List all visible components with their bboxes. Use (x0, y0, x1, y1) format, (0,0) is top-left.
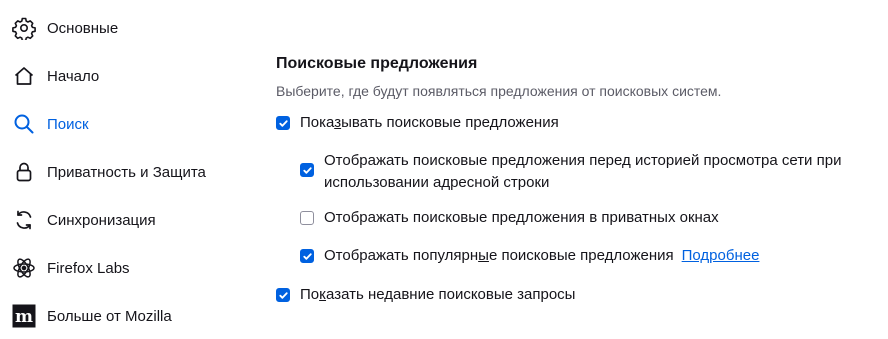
suggestions-before-history-label[interactable]: Отображать поисковые предложения перед и… (324, 150, 841, 194)
suggestions-private-windows-row[interactable]: Отображать поисковые предложения в прива… (300, 207, 719, 229)
suggestions-before-history-row[interactable]: Отображать поисковые предложения перед и… (300, 150, 841, 194)
suggestions-before-history-checkbox[interactable] (300, 163, 314, 177)
sidebar-item-general[interactable]: Основные (12, 10, 242, 46)
sidebar-item-home[interactable]: Начало (12, 58, 242, 94)
trending-suggestions-label[interactable]: Отображать популярные поисковые предложе… (324, 245, 674, 267)
atom-icon (12, 256, 36, 280)
show-suggestions-row[interactable]: Показывать поисковые предложения (276, 112, 559, 134)
section-title: Поисковые предложения (276, 55, 478, 72)
recent-searches-checkbox[interactable] (276, 288, 290, 302)
suggestions-private-windows-label[interactable]: Отображать поисковые предложения в прива… (324, 207, 719, 229)
preferences-page: Основные Начало Поиск Приватность и Защи… (0, 0, 888, 339)
gear-icon (12, 16, 36, 40)
recent-searches-row[interactable]: Показать недавние поисковые запросы (276, 284, 575, 306)
sidebar-item-label: Начало (47, 67, 100, 85)
section-description: Выберите, где будут появляться предложен… (276, 83, 722, 99)
sidebar-item-more-from-mozilla[interactable]: m Больше от Mozilla (12, 298, 242, 334)
sidebar-item-label: Больше от Mozilla (47, 307, 172, 325)
sidebar-item-label: Основные (47, 19, 119, 37)
search-icon (12, 112, 36, 136)
sidebar-item-label: Приватность и Защита (47, 163, 206, 181)
suggestions-private-windows-checkbox[interactable] (300, 211, 314, 225)
sidebar-item-label: Синхронизация (47, 211, 156, 229)
show-suggestions-label[interactable]: Показывать поисковые предложения (300, 112, 559, 134)
recent-searches-label[interactable]: Показать недавние поисковые запросы (300, 284, 575, 306)
sidebar-item-privacy[interactable]: Приватность и Защита (12, 154, 242, 190)
trending-suggestions-checkbox[interactable] (300, 249, 314, 263)
sidebar-item-label: Поиск (47, 115, 89, 133)
svg-text:m: m (15, 307, 33, 327)
mozilla-icon: m (12, 304, 36, 328)
trending-suggestions-row[interactable]: Отображать популярные поисковые предложе… (300, 245, 759, 267)
sync-icon (12, 208, 36, 232)
learn-more-link[interactable]: Подробнее (682, 245, 760, 267)
sidebar-item-search[interactable]: Поиск (12, 106, 242, 142)
sidebar-item-label: Firefox Labs (47, 259, 130, 277)
sidebar-item-sync[interactable]: Синхронизация (12, 202, 242, 238)
lock-icon (12, 160, 36, 184)
sidebar-item-firefox-labs[interactable]: Firefox Labs (12, 250, 242, 286)
home-icon (12, 64, 36, 88)
show-suggestions-checkbox[interactable] (276, 116, 290, 130)
sidebar: Основные Начало Поиск Приватность и Защи… (0, 0, 250, 339)
